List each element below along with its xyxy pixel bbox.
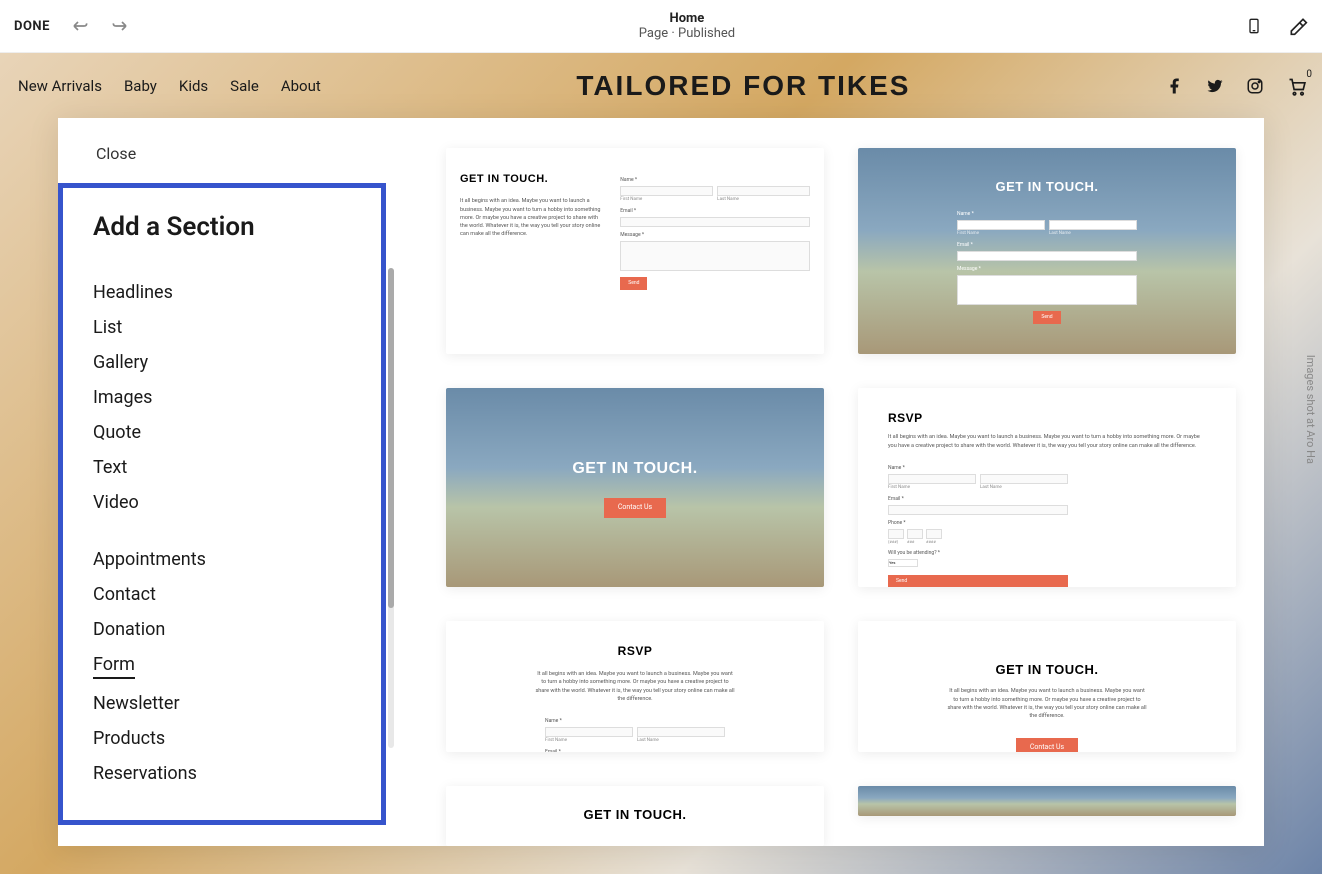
undo-icon[interactable] — [70, 16, 90, 36]
template-cutoff[interactable]: GET IN TOUCH. — [446, 786, 824, 846]
page-title: Home — [639, 11, 735, 26]
tpl-title: GET IN TOUCH. — [878, 661, 1216, 679]
cat-gallery[interactable]: Gallery — [93, 352, 351, 373]
tpl-desc: It all begins with an idea. Maybe you wa… — [947, 687, 1147, 720]
template-getintouch-cta[interactable]: GET IN TOUCH. It all begins with an idea… — [858, 621, 1236, 752]
tpl-title: GET IN TOUCH. — [995, 178, 1098, 196]
site-header: New Arrivals Baby Kids Sale About TAILOR… — [0, 53, 1322, 118]
category-list: Headlines List Gallery Images Quote Text… — [93, 282, 351, 806]
cat-form[interactable]: Form — [93, 654, 135, 679]
cat-list[interactable]: List — [93, 317, 351, 338]
template-rsvp-center[interactable]: RSVP It all begins with an idea. Maybe y… — [446, 621, 824, 752]
nav-about[interactable]: About — [281, 77, 321, 95]
site-social: 0 — [1166, 77, 1304, 95]
cat-headlines[interactable]: Headlines — [93, 282, 351, 303]
tpl-desc: It all begins with an idea. Maybe you wa… — [888, 433, 1206, 450]
section-picker-modal: Close Add a Section Headlines List Galle… — [58, 118, 1264, 846]
sublabel: Last Name — [980, 485, 1068, 491]
sublabel: ### — [907, 539, 923, 545]
editor-topbar: DONE Home Page · Published — [0, 0, 1322, 53]
image-credit: Images shot at Aro Ha — [1304, 354, 1317, 463]
cat-donation[interactable]: Donation — [93, 619, 351, 640]
template-rsvp-left[interactable]: RSVP It all begins with an idea. Maybe y… — [858, 388, 1236, 587]
instagram-icon[interactable] — [1246, 77, 1264, 95]
topbar-center: Home Page · Published — [639, 11, 735, 41]
field-label: Email * — [957, 242, 1137, 249]
cat-images[interactable]: Images — [93, 387, 351, 408]
sublabel: First Name — [957, 231, 1045, 237]
facebook-icon[interactable] — [1166, 77, 1184, 95]
sublabel: First Name — [545, 738, 633, 744]
send-btn: Send — [1033, 311, 1060, 324]
field-label: Will you be attending? * — [888, 550, 1068, 557]
cart-count: 0 — [1306, 69, 1312, 80]
template-cutoff-2[interactable] — [858, 786, 1236, 816]
nav-sale[interactable]: Sale — [230, 77, 259, 95]
sublabel: First Name — [888, 485, 976, 491]
field-label: Email * — [620, 208, 810, 215]
sublabel: Last Name — [637, 738, 725, 744]
template-getintouch-split[interactable]: GET IN TOUCH. It all begins with an idea… — [446, 148, 824, 354]
page-status: Page · Published — [639, 26, 735, 41]
redo-icon[interactable] — [110, 16, 130, 36]
site-canvas: New Arrivals Baby Kids Sale About TAILOR… — [0, 53, 1322, 874]
send-btn: Send — [620, 277, 647, 290]
cat-contact[interactable]: Contact — [93, 584, 351, 605]
section-sidebar: Close Add a Section Headlines List Galle… — [58, 118, 386, 846]
field-label: Phone * — [888, 520, 1068, 527]
select: Yes — [888, 559, 918, 567]
close-button[interactable]: Close — [96, 144, 136, 163]
sublabel: (###) — [888, 539, 904, 545]
site-logo[interactable]: TAILORED FOR TIKES — [576, 70, 910, 102]
mobile-preview-icon[interactable] — [1244, 16, 1264, 36]
cat-products[interactable]: Products — [93, 728, 351, 749]
tpl-title: GET IN TOUCH. — [572, 458, 697, 480]
undo-redo-group — [70, 16, 130, 36]
done-button[interactable]: DONE — [14, 19, 50, 34]
tpl-title: GET IN TOUCH. — [476, 806, 794, 824]
template-getintouch-bgimage[interactable]: GET IN TOUCH. Name * First Name Last Name… — [858, 148, 1236, 354]
tpl-title: RSVP — [888, 410, 1206, 427]
field-label: Name * — [620, 177, 810, 184]
section-categories-panel: Add a Section Headlines List Gallery Ima… — [58, 183, 386, 825]
tpl-title: GET IN TOUCH. — [460, 172, 602, 187]
send-btn: Send — [888, 575, 1068, 588]
sublabel: First Name — [620, 197, 713, 203]
tpl-desc: It all begins with an idea. Maybe you wa… — [460, 197, 602, 238]
nav-kids[interactable]: Kids — [179, 77, 208, 95]
cart-icon[interactable]: 0 — [1286, 77, 1304, 95]
tpl-desc: It all begins with an idea. Maybe you wa… — [535, 670, 735, 703]
cat-quote[interactable]: Quote — [93, 422, 351, 443]
field-label: Email * — [888, 496, 1068, 503]
paint-brush-icon[interactable] — [1288, 16, 1308, 36]
site-nav: New Arrivals Baby Kids Sale About — [18, 77, 321, 95]
sublabel: #### — [926, 539, 942, 545]
field-label: Name * — [545, 718, 725, 725]
twitter-icon[interactable] — [1206, 77, 1224, 95]
field-label: Message * — [620, 232, 810, 239]
cat-text[interactable]: Text — [93, 457, 351, 478]
field-label: Email * — [545, 749, 725, 752]
template-preview-grid[interactable]: GET IN TOUCH. It all begins with an idea… — [386, 118, 1264, 846]
contact-btn: Contact Us — [604, 498, 666, 518]
tpl-title: RSVP — [476, 643, 794, 660]
cat-reservations[interactable]: Reservations — [93, 763, 351, 784]
nav-baby[interactable]: Baby — [124, 77, 157, 95]
field-label: Message * — [957, 266, 1137, 273]
field-label: Name * — [957, 211, 1137, 218]
cat-newsletter[interactable]: Newsletter — [93, 693, 351, 714]
panel-title: Add a Section — [93, 212, 351, 242]
template-getintouch-banner[interactable]: GET IN TOUCH. Contact Us — [446, 388, 824, 587]
cat-appointments[interactable]: Appointments — [93, 549, 351, 570]
sublabel: Last Name — [717, 197, 810, 203]
cat-video[interactable]: Video — [93, 492, 351, 513]
nav-new-arrivals[interactable]: New Arrivals — [18, 77, 102, 95]
topbar-right — [1244, 16, 1308, 36]
sublabel: Last Name — [1049, 231, 1137, 237]
contact-btn: Contact Us — [1016, 738, 1078, 752]
field-label: Name * — [888, 465, 1068, 472]
topbar-left: DONE — [14, 16, 130, 36]
